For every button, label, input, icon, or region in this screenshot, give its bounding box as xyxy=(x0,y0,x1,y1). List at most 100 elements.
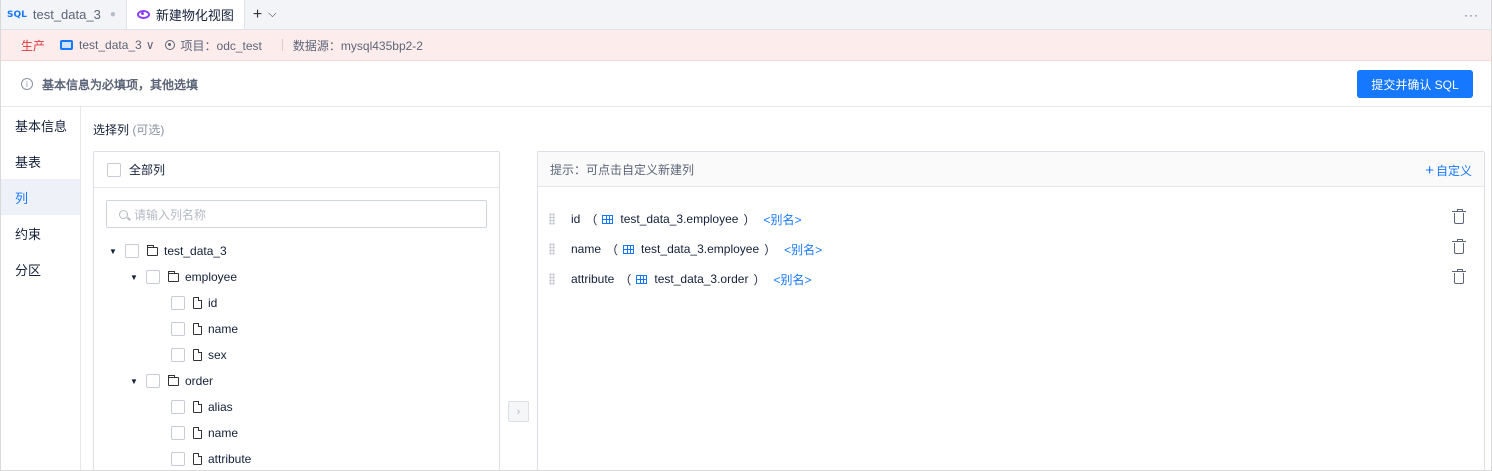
database-name: test_data_3 xyxy=(79,38,142,52)
tree-node-column[interactable]: sex xyxy=(94,342,499,368)
tree-node-column[interactable]: id xyxy=(94,290,499,316)
table-icon xyxy=(602,214,614,224)
file-icon xyxy=(193,349,202,361)
more-icon[interactable]: ··· xyxy=(1464,8,1479,22)
info-icon: i xyxy=(21,78,33,90)
sql-icon: SQL xyxy=(7,9,27,20)
section-title: 选择列 (可选) xyxy=(93,121,164,138)
column-source: test_data_3.order xyxy=(654,272,749,286)
tree-label: name xyxy=(208,426,239,440)
tree-checkbox[interactable] xyxy=(146,270,160,284)
drag-handle-icon[interactable] xyxy=(549,243,555,255)
add-tab-icon[interactable]: + xyxy=(253,6,262,24)
tree-label: attribute xyxy=(208,452,252,466)
tree-checkbox[interactable] xyxy=(171,348,185,362)
tree-checkbox[interactable] xyxy=(146,374,160,388)
column-source-panel: 全部列 请输入列名称 ▼ test_data_3 ▼ employee id n… xyxy=(93,151,500,470)
eye-icon xyxy=(136,10,150,19)
database-selector[interactable]: test_data_3 ∨ xyxy=(60,38,155,52)
column-name: name xyxy=(571,242,602,256)
chevron-down-icon[interactable]: ⌵ xyxy=(268,8,276,21)
caret-down-icon[interactable]: ▼ xyxy=(129,377,139,386)
tree-node-column[interactable]: name xyxy=(94,316,499,342)
tab-label: test_data_3 xyxy=(32,7,101,22)
tree-label: test_data_3 xyxy=(164,244,227,258)
paren-open: （ xyxy=(619,272,632,287)
column-name: id xyxy=(571,212,581,226)
column-tree: ▼ test_data_3 ▼ employee id name sex ▼ o… xyxy=(94,238,499,470)
move-right-button[interactable]: › xyxy=(508,401,529,422)
caret-down-icon[interactable]: ▼ xyxy=(129,273,139,282)
folder-open-icon xyxy=(147,244,158,256)
tree-checkbox[interactable] xyxy=(171,400,185,414)
select-all-row[interactable]: 全部列 xyxy=(94,152,499,188)
nav-item-columns[interactable]: 列 xyxy=(1,179,80,215)
database-icon xyxy=(60,40,74,50)
caret-down-icon[interactable]: ▼ xyxy=(108,247,118,256)
tree-label: alias xyxy=(208,400,233,414)
tab-sql-test-data-3[interactable]: SQL test_data_3 ● xyxy=(1,0,127,29)
tree-node-column[interactable]: attribute xyxy=(94,446,499,470)
folder-open-icon xyxy=(168,374,179,386)
section-optional: (可选) xyxy=(132,123,165,137)
folder-open-icon xyxy=(168,270,179,282)
app-window: SQL test_data_3 ● 新建物化视图 + ⌵ ··· 生产 test… xyxy=(0,0,1492,471)
info-text: 基本信息为必填项，其他选填 xyxy=(42,77,199,92)
tree-label: id xyxy=(208,296,218,310)
section-title-text: 选择列 xyxy=(93,123,130,137)
tree-checkbox[interactable] xyxy=(171,296,185,310)
tree-label: name xyxy=(208,322,239,336)
project-info: 项目：odc_test xyxy=(164,37,262,54)
drag-handle-icon[interactable] xyxy=(549,213,555,225)
paren-close: ） xyxy=(743,212,756,227)
select-all-checkbox[interactable] xyxy=(107,162,121,177)
select-all-label: 全部列 xyxy=(129,163,166,177)
search-placeholder: 请输入列名称 xyxy=(134,207,207,222)
delete-icon[interactable] xyxy=(1452,209,1466,224)
alias-link[interactable]: <别名> xyxy=(773,271,811,288)
hint-text: 提示：可点击自定义新建列 xyxy=(550,162,695,177)
file-icon xyxy=(193,401,202,413)
tree-checkbox[interactable] xyxy=(171,322,185,336)
column-source: test_data_3.employee xyxy=(620,212,739,226)
nav-item-partitions[interactable]: 分区 xyxy=(1,251,80,287)
table-icon xyxy=(623,244,635,254)
tree-node-column[interactable]: alias xyxy=(94,394,499,420)
datasource-label: 数据源：mysql435bp2-2 xyxy=(292,38,423,53)
chevron-down-icon: ∨ xyxy=(145,38,155,52)
tree-node-database[interactable]: ▼ test_data_3 xyxy=(94,238,499,264)
delete-icon[interactable] xyxy=(1452,239,1466,254)
delete-icon[interactable] xyxy=(1452,269,1466,284)
tree-node-table[interactable]: ▼ employee xyxy=(94,264,499,290)
alias-link[interactable]: <别名> xyxy=(784,241,822,258)
divider xyxy=(281,39,283,51)
tree-node-table[interactable]: ▼ order xyxy=(94,368,499,394)
add-custom-column-button[interactable]: + 自定义 xyxy=(1425,162,1472,179)
environment-bar: 生产 test_data_3 ∨ 项目：odc_test 数据源：mysql43… xyxy=(1,30,1491,61)
tab-bar: SQL test_data_3 ● 新建物化视图 + ⌵ ··· xyxy=(1,0,1491,30)
tree-checkbox[interactable] xyxy=(171,426,185,440)
submit-confirm-sql-button[interactable]: 提交并确认 SQL xyxy=(1357,70,1473,98)
nav-item-base-table[interactable]: 基表 xyxy=(1,143,80,179)
file-icon xyxy=(193,453,202,465)
tree-node-column[interactable]: name xyxy=(94,420,499,446)
selected-column-row[interactable]: attribute （ test_data_3.order ） <别名> xyxy=(538,264,1484,294)
selected-column-row[interactable]: name （ test_data_3.employee ） <别名> xyxy=(538,234,1484,264)
tree-checkbox[interactable] xyxy=(125,244,139,258)
column-search-input[interactable]: 请输入列名称 xyxy=(106,200,487,228)
paren-close: ） xyxy=(764,242,777,257)
tree-checkbox[interactable] xyxy=(171,452,185,466)
drag-handle-icon[interactable] xyxy=(549,273,555,285)
tab-new-materialized-view[interactable]: 新建物化视图 xyxy=(126,0,245,29)
paren-open: （ xyxy=(585,212,598,227)
column-name: attribute xyxy=(571,272,615,286)
nav-item-basic-info[interactable]: 基本信息 xyxy=(1,107,80,143)
tree-label: sex xyxy=(208,348,227,362)
env-tag: 生产 xyxy=(21,38,46,53)
table-icon xyxy=(636,274,648,284)
file-icon xyxy=(193,323,202,335)
alias-link[interactable]: <别名> xyxy=(763,211,801,228)
paren-close: ） xyxy=(753,272,766,287)
nav-item-constraints[interactable]: 约束 xyxy=(1,215,80,251)
selected-column-row[interactable]: id （ test_data_3.employee ） <别名> xyxy=(538,204,1484,234)
